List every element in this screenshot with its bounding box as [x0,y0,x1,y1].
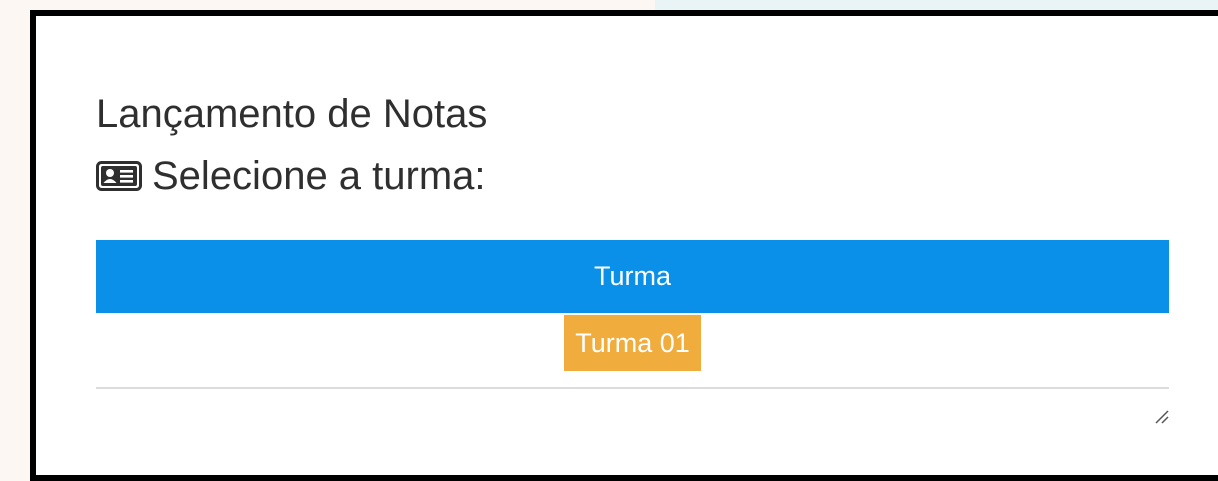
page-title: Lançamento de Notas [96,92,488,136]
subtitle-row: Selecione a turma: [96,152,486,200]
table-header-turma: Turma [96,240,1169,313]
content-panel: Lançamento de Notas Selecione a turma: T… [30,10,1218,481]
id-card-icon [96,161,142,191]
resize-handle-icon[interactable] [1153,408,1169,424]
turma-01-button[interactable]: Turma 01 [564,315,701,371]
table-row: Turma 01 [96,313,1169,389]
turma-table: Turma Turma 01 [96,240,1169,389]
subtitle: Selecione a turma: [152,154,486,198]
